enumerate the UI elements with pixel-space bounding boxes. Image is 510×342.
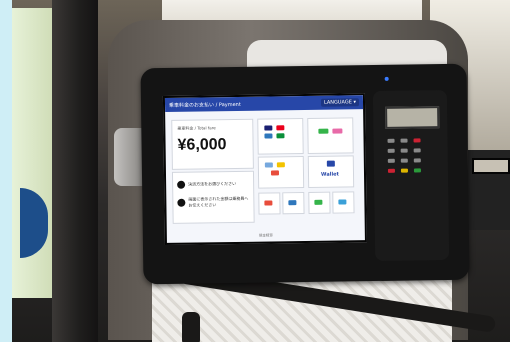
jcb-icon xyxy=(276,133,285,139)
mastercard-icon xyxy=(276,125,285,131)
suica-icon xyxy=(318,128,329,134)
instruction-row-1: 決済方法をお選びください xyxy=(177,180,251,189)
qr-code-icon xyxy=(338,199,347,205)
payment-tablet: 乗車料金のお支払い / Payment LANGUAGE ▾ 乗車料金 / To… xyxy=(140,63,470,285)
transit-card-tile[interactable] xyxy=(307,117,354,154)
qr-pay-tile-1[interactable] xyxy=(258,192,281,215)
taxi-interior-photo: 乗車料金のお支払い / Payment LANGUAGE ▾ 乗車料金 / To… xyxy=(12,0,510,342)
wallet-tile[interactable]: Wallet xyxy=(307,155,355,188)
card-reader xyxy=(372,90,450,262)
status-led xyxy=(384,76,389,81)
cash-footer: 現金精算 xyxy=(258,233,273,238)
grab-bar-post xyxy=(182,312,200,342)
qr-code-icon xyxy=(264,200,273,206)
payment-title: 乗車料金のお支払い / Payment xyxy=(168,101,241,109)
tablet-screen[interactable]: 乗車料金のお支払い / Payment LANGUAGE ▾ 乗車料金 / To… xyxy=(162,93,367,245)
fare-label: 乗車料金 / Total fare xyxy=(177,125,216,131)
qr-pay-tile-4[interactable] xyxy=(332,191,355,214)
qr-pay-tile-3[interactable] xyxy=(308,191,331,214)
qr-pay-tile-2[interactable] xyxy=(282,192,305,215)
driver-icon xyxy=(177,180,186,189)
visa-icon xyxy=(264,125,273,131)
fare-card: 乗車料金 / Total fare ¥6,000 xyxy=(171,118,254,170)
payment-header: 乗車料金のお支払い / Payment LANGUAGE ▾ xyxy=(164,95,364,112)
person-icon xyxy=(177,198,186,207)
reader-display xyxy=(385,106,440,129)
amex-icon xyxy=(264,133,273,139)
wallet-icon xyxy=(326,160,335,167)
credit-card-tile[interactable] xyxy=(257,118,304,155)
instruction-card: 決済方法をお選びください 画面に表示された金額は乗務員へお伝えください xyxy=(171,170,255,224)
instruction-row-2: 画面に表示された金額は乗務員へお伝えください xyxy=(177,196,251,209)
door-pillar xyxy=(52,0,98,342)
wallet-label: Wallet xyxy=(320,171,339,178)
payment-method-grid: Wallet xyxy=(257,117,359,228)
fare-amount: ¥6,000 xyxy=(177,136,227,154)
pasmo-icon xyxy=(332,128,343,134)
qr-code-icon xyxy=(288,200,297,206)
quicpay-icon xyxy=(276,162,285,168)
emoney-tile[interactable] xyxy=(257,156,305,189)
language-button[interactable]: LANGUAGE ▾ xyxy=(320,98,360,107)
qr-code-icon xyxy=(314,199,323,205)
taxi-meter xyxy=(468,150,510,230)
nanaco-icon xyxy=(270,170,280,176)
id-icon xyxy=(264,162,273,168)
keypad-icon[interactable] xyxy=(373,90,447,173)
